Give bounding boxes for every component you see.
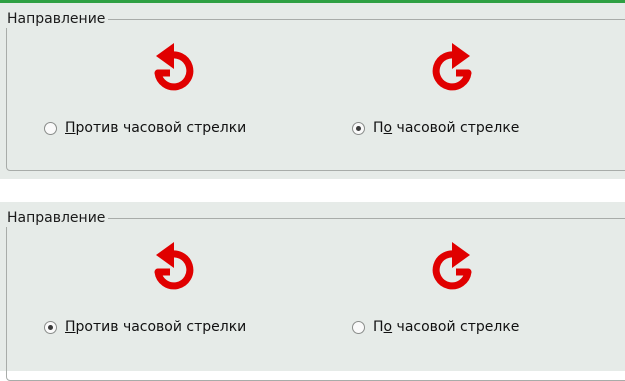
radio-label: Против часовой стрелки [65,120,247,136]
direction-panel-2: Направление Против часовой стрелки По ча… [0,202,625,381]
direction-groupbox [6,19,625,171]
direction-groupbox [6,218,625,381]
radio-counterclockwise[interactable]: Против часовой стрелки [44,120,246,136]
clockwise-arrow-icon [432,240,476,296]
groupbox-title: Направление [6,209,109,227]
clockwise-arrow-icon [432,41,476,97]
radio-label: Против часовой стрелки [65,319,247,335]
direction-panel-1: Направление Против часовой стрелки По ча… [0,3,625,179]
groupbox-title: Направление [6,10,109,28]
radio-indicator[interactable] [352,320,365,334]
counterclockwise-arrow-icon [150,41,194,97]
radio-clockwise[interactable]: По часовой стрелке [352,319,519,335]
radio-indicator[interactable] [44,320,57,334]
counterclockwise-arrow-icon [150,240,194,296]
radio-indicator[interactable] [352,121,365,135]
radio-label: По часовой стрелке [373,319,520,335]
radio-indicator[interactable] [44,121,57,135]
radio-clockwise[interactable]: По часовой стрелке [352,120,519,136]
radio-label: По часовой стрелке [373,120,520,136]
radio-counterclockwise[interactable]: Против часовой стрелки [44,319,246,335]
